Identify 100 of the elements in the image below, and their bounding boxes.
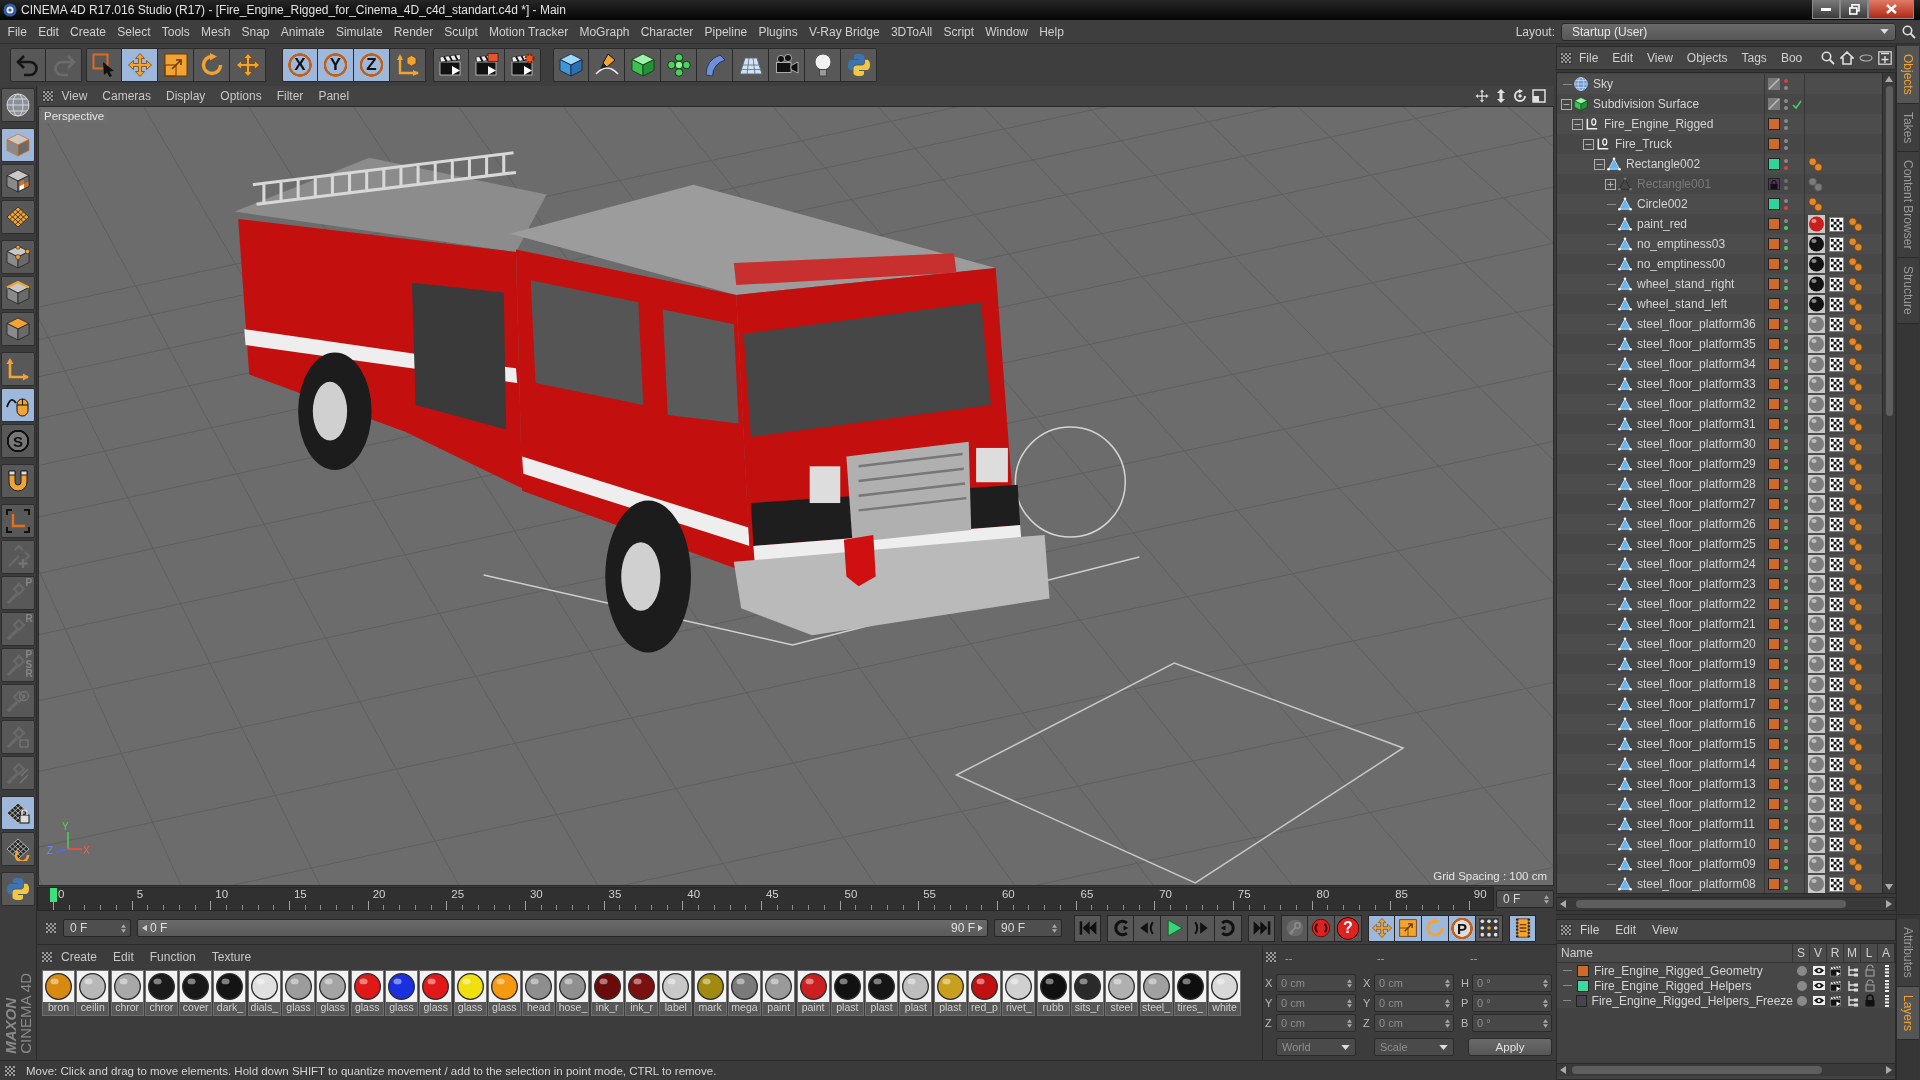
material-menu-item[interactable]: Edit: [105, 950, 142, 964]
object-row[interactable]: steel_floor_platform28: [1557, 474, 1882, 494]
editor-visibility-dot-icon[interactable]: [1784, 98, 1788, 103]
points-mode-button[interactable]: [1, 240, 35, 274]
render-visibility-dot-icon[interactable]: [1784, 665, 1788, 670]
render-visibility-dot-icon[interactable]: [1784, 245, 1788, 250]
dots-tag-icon[interactable]: [1848, 276, 1863, 292]
spinner-arrows-icon[interactable]: [1543, 998, 1548, 1008]
solo-button[interactable]: S: [1, 424, 35, 458]
frame-range-track[interactable]: 0 F 90 F: [137, 919, 988, 937]
render-visibility-dot-icon[interactable]: [1784, 145, 1788, 150]
dots-tag-icon[interactable]: [1848, 496, 1863, 512]
material-tile[interactable]: ink_r: [590, 970, 624, 1016]
render-visibility-dot-icon[interactable]: [1784, 385, 1788, 390]
play-button[interactable]: [1161, 914, 1188, 942]
material-tile[interactable]: glass: [350, 970, 384, 1016]
render-visibility-dot-icon[interactable]: [1784, 465, 1788, 470]
side-tab[interactable]: Takes: [1897, 103, 1919, 153]
dots-tag-icon[interactable]: [1848, 336, 1863, 352]
spinner-arrows-icon[interactable]: [1543, 1018, 1548, 1028]
pan-arrows-icon[interactable]: [1475, 89, 1489, 103]
eye-icon[interactable]: [1812, 966, 1825, 975]
solo-dot-icon[interactable]: [1796, 965, 1807, 976]
menu-item[interactable]: Script: [937, 24, 980, 39]
next-key-button[interactable]: [1215, 914, 1242, 942]
timeline-button[interactable]: [1509, 914, 1536, 942]
checker-tag-icon[interactable]: [1829, 276, 1844, 292]
editor-visibility-dot-icon[interactable]: [1784, 878, 1788, 883]
layer-color-swatch[interactable]: [1768, 598, 1780, 610]
checker-tag-icon[interactable]: [1829, 856, 1844, 872]
layer-color-swatch[interactable]: [1768, 838, 1780, 850]
object-row[interactable]: Circle002: [1557, 194, 1882, 214]
checker-tag-icon[interactable]: [1829, 776, 1844, 792]
checker-tag-icon[interactable]: [1829, 376, 1844, 392]
layer-color-swatch[interactable]: [1768, 538, 1780, 550]
layer-color-swatch[interactable]: [1768, 738, 1780, 750]
object-row[interactable]: no_emptiness03: [1557, 234, 1882, 254]
search-icon[interactable]: [1902, 24, 1916, 39]
grip-icon[interactable]: [1265, 951, 1277, 963]
vertical-scrollbar[interactable]: [1882, 73, 1895, 893]
editor-visibility-dot-icon[interactable]: [1784, 518, 1788, 523]
home-icon[interactable]: [1840, 51, 1854, 65]
spinner-arrows-icon[interactable]: [1445, 998, 1450, 1008]
grip-icon[interactable]: [1560, 924, 1572, 936]
horizontal-scrollbar[interactable]: [1557, 1063, 1895, 1076]
object-row[interactable]: steel_floor_platform14: [1557, 754, 1882, 774]
editor-visibility-dot-icon[interactable]: [1784, 698, 1788, 703]
scrollbar-thumb[interactable]: [1885, 86, 1893, 416]
material-tile[interactable]: plast: [830, 970, 864, 1016]
right-arrow-icon[interactable]: [978, 924, 983, 932]
checker-tag-icon[interactable]: [1829, 576, 1844, 592]
dots-tag-icon[interactable]: [1848, 716, 1863, 732]
spinner-arrows-icon[interactable]: [1445, 978, 1450, 988]
checker-tag-icon[interactable]: [1829, 596, 1844, 612]
solo-dot-icon[interactable]: [1796, 995, 1807, 1006]
open-lock-icon[interactable]: [1864, 964, 1875, 977]
go-to-end-button[interactable]: [1248, 914, 1275, 942]
layer-color-swatch[interactable]: [1768, 658, 1780, 670]
render-visibility-dot-icon[interactable]: [1784, 625, 1788, 630]
checker-tag-icon[interactable]: [1829, 256, 1844, 272]
render-settings-button[interactable]: [505, 48, 541, 82]
dots-tag-icon[interactable]: [1848, 796, 1863, 812]
polygons-mode-button[interactable]: [1, 312, 35, 346]
go-to-start-button[interactable]: [1074, 914, 1101, 942]
menu-item[interactable]: Mesh: [195, 24, 236, 39]
material-tile[interactable]: white: [1208, 970, 1242, 1016]
menu-item[interactable]: File: [2, 24, 33, 39]
object-row[interactable]: Sky: [1557, 74, 1882, 94]
bars-icon[interactable]: [1884, 964, 1889, 977]
dots-tag-icon[interactable]: [1808, 196, 1823, 212]
coordinate-system-button[interactable]: [390, 48, 426, 82]
editor-visibility-dot-icon[interactable]: [1784, 638, 1788, 643]
checker-tag-icon[interactable]: [1829, 216, 1844, 232]
checker-tag-icon[interactable]: [1829, 536, 1844, 552]
editor-visibility-dot-icon[interactable]: [1784, 238, 1788, 243]
layer-color-swatch[interactable]: [1768, 118, 1780, 130]
scroll-left-icon[interactable]: [1560, 900, 1566, 908]
object-row[interactable]: steel_floor_platform10: [1557, 834, 1882, 854]
object-row[interactable]: Rectangle002: [1557, 154, 1882, 174]
checker-tag-icon[interactable]: [1829, 836, 1844, 852]
editor-visibility-dot-icon[interactable]: [1784, 738, 1788, 743]
model-mode-button[interactable]: [1, 128, 35, 162]
layer-color-swatch[interactable]: [1768, 198, 1780, 210]
layer-color-swatch[interactable]: [1768, 718, 1780, 730]
material-tile[interactable]: hose_: [556, 970, 590, 1016]
render-visibility-dot-icon[interactable]: [1784, 205, 1788, 210]
editor-visibility-dot-icon[interactable]: [1784, 678, 1788, 683]
script-button[interactable]: [1, 872, 35, 906]
render-visibility-dot-icon[interactable]: [1784, 365, 1788, 370]
layer-menu-item[interactable]: Edit: [1607, 923, 1645, 937]
menu-item[interactable]: V-Ray Bridge: [803, 24, 886, 39]
close-button[interactable]: [1868, 0, 1914, 19]
orbit-icon[interactable]: [1513, 89, 1527, 103]
dots-tag-icon[interactable]: [1848, 256, 1863, 272]
editor-visibility-dot-icon[interactable]: [1784, 298, 1788, 303]
minimize-button[interactable]: [1812, 0, 1840, 19]
playhead-marker[interactable]: [50, 888, 57, 902]
material-tile[interactable]: red_p: [968, 970, 1001, 1016]
editor-visibility-dot-icon[interactable]: [1784, 118, 1788, 123]
axis-lock-button[interactable]: Y: [318, 48, 354, 82]
